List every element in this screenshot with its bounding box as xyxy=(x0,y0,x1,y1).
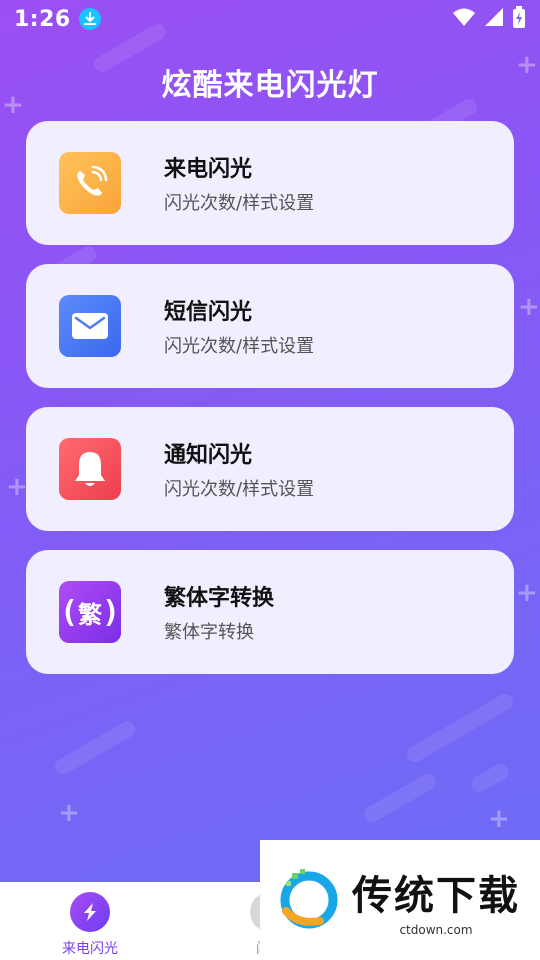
wifi-icon xyxy=(452,7,476,31)
nav-label: 来电闪光 xyxy=(62,941,118,957)
traditional-char-glyph: 繁 xyxy=(78,600,102,629)
card-title: 来电闪光 xyxy=(164,157,253,182)
phone-icon xyxy=(59,152,121,214)
watermark-title: 传统下载 xyxy=(352,873,520,919)
page-title: 炫酷来电闪光灯 xyxy=(161,68,379,103)
status-bar: 1:26 xyxy=(0,0,540,38)
card-call-flash[interactable]: 来电闪光 闪光次数/样式设置 xyxy=(26,121,514,245)
card-subtitle: 闪光次数/样式设置 xyxy=(164,336,315,357)
card-traditional-convert[interactable]: ( 繁 ) 繁体字转换 繁体字转换 xyxy=(26,550,514,674)
card-sms-flash[interactable]: 短信闪光 闪光次数/样式设置 xyxy=(26,264,514,388)
traditional-char-icon: ( 繁 ) xyxy=(59,581,121,643)
card-subtitle: 闪光次数/样式设置 xyxy=(164,479,315,500)
nav-item-call-flash[interactable]: 来电闪光 xyxy=(30,892,150,958)
status-time: 1:26 xyxy=(14,6,71,32)
bell-icon xyxy=(59,438,121,500)
watermark: 传统下载 ctdown.com xyxy=(260,840,540,960)
watermark-url: ctdown.com xyxy=(399,923,473,937)
card-title: 繁体字转换 xyxy=(164,586,275,611)
card-title: 短信闪光 xyxy=(164,300,253,325)
battery-icon xyxy=(512,6,526,32)
signal-icon xyxy=(484,7,504,31)
card-title: 通知闪光 xyxy=(164,443,253,468)
card-subtitle: 闪光次数/样式设置 xyxy=(164,193,315,214)
card-subtitle: 繁体字转换 xyxy=(164,622,254,643)
watermark-logo-icon xyxy=(278,867,340,933)
mail-icon xyxy=(59,295,121,357)
download-icon xyxy=(78,8,101,30)
card-notification-flash[interactable]: 通知闪光 闪光次数/样式设置 xyxy=(26,407,514,531)
flash-icon xyxy=(70,892,110,932)
